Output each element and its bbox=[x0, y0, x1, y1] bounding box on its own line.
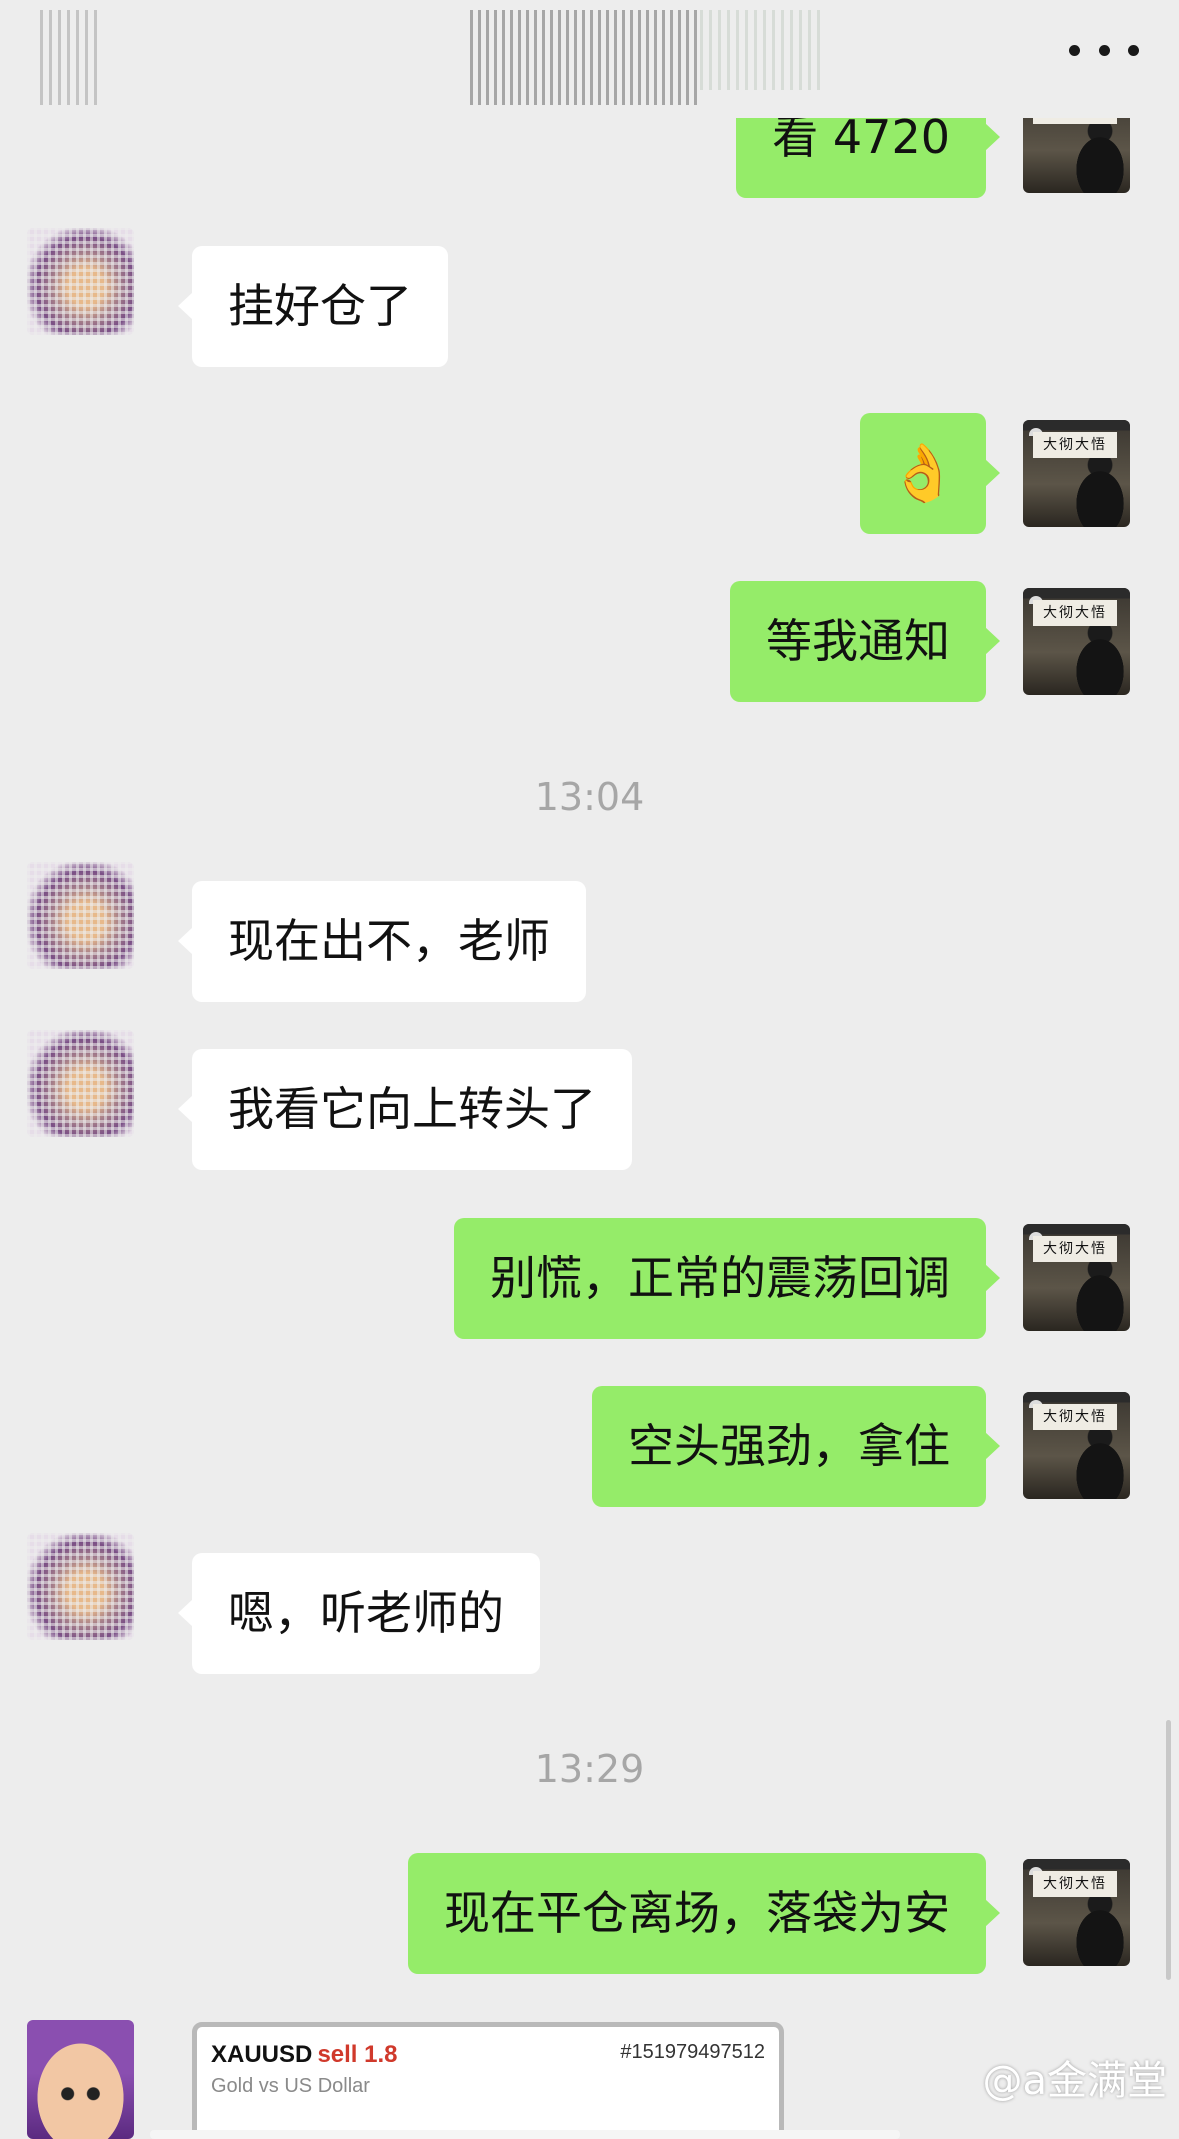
avatar-sign-text: 大彻大悟 bbox=[1033, 1404, 1117, 1430]
top-navigation-bar bbox=[0, 0, 1179, 118]
message-bubble-incoming[interactable]: 嗯，听老师的 bbox=[178, 1553, 540, 1674]
avatar-contact[interactable] bbox=[27, 1533, 134, 1640]
trade-description: Gold vs US Dollar bbox=[211, 2075, 370, 2097]
chat-title-blurred-extra bbox=[700, 10, 820, 90]
message-text: 现在出不，老师 bbox=[228, 914, 550, 968]
message-text: 空头强劲，拿住 bbox=[628, 1419, 950, 1473]
message-text: 挂好仓了 bbox=[228, 279, 412, 333]
message-text: 嗯，听老师的 bbox=[228, 1586, 504, 1640]
timestamp: 13:04 bbox=[534, 775, 645, 819]
avatar-sign-text: 大彻大悟 bbox=[1033, 1236, 1117, 1262]
message-bubble-outgoing[interactable]: 别慌，正常的震荡回调 bbox=[454, 1218, 1000, 1339]
trade-card-message[interactable]: XAUUSD sell 1.8 #151979497512 Gold vs US… bbox=[192, 2022, 784, 2139]
avatar-self[interactable]: 大彻大悟 bbox=[1023, 420, 1130, 527]
message-bubble-incoming[interactable]: 我看它向上转头了 bbox=[178, 1049, 632, 1170]
avatar-self[interactable]: 大彻大悟 bbox=[1023, 1859, 1130, 1966]
trade-order-id: #151979497512 bbox=[620, 2041, 765, 2063]
ok-hand-emoji: 👌 bbox=[888, 441, 958, 506]
trade-symbol: XAUUSD bbox=[211, 2041, 313, 2068]
input-bar-edge bbox=[150, 2130, 900, 2139]
avatar-contact[interactable] bbox=[27, 862, 134, 969]
message-text: 我看它向上转头了 bbox=[228, 1082, 596, 1136]
avatar-sign-text: 大彻大悟 bbox=[1033, 600, 1117, 626]
avatar-contact[interactable] bbox=[27, 2020, 134, 2139]
timestamp: 13:29 bbox=[534, 1747, 645, 1791]
message-bubble-outgoing[interactable]: 现在平仓离场，落袋为安 bbox=[408, 1853, 1000, 1974]
trade-side: sell 1.8 bbox=[317, 2041, 398, 2068]
avatar-contact[interactable] bbox=[27, 1030, 134, 1137]
message-bubble-outgoing[interactable]: 👌 bbox=[860, 413, 1000, 534]
message-bubble-outgoing[interactable]: 等我通知 bbox=[730, 581, 1000, 702]
message-bubble-incoming[interactable]: 挂好仓了 bbox=[178, 246, 448, 367]
more-dots-icon[interactable] bbox=[1069, 38, 1139, 62]
message-text: 看 4720 bbox=[772, 110, 950, 164]
watermark: @a金满堂 bbox=[982, 2058, 1167, 2104]
avatar-sign-text: 大彻大悟 bbox=[1033, 432, 1117, 458]
message-bubble-incoming[interactable]: 现在出不，老师 bbox=[178, 881, 586, 1002]
scrollbar[interactable] bbox=[1166, 1720, 1171, 1980]
back-icon[interactable] bbox=[40, 10, 100, 105]
message-bubble-outgoing[interactable]: 空头强劲，拿住 bbox=[592, 1386, 1000, 1507]
avatar-self[interactable]: 大彻大悟 bbox=[1023, 588, 1130, 695]
avatar-self[interactable]: 大彻大悟 bbox=[1023, 1224, 1130, 1331]
avatar-contact[interactable] bbox=[27, 228, 134, 335]
avatar-sign-text: 大彻大悟 bbox=[1033, 1871, 1117, 1897]
chat-title-blurred bbox=[470, 10, 700, 105]
message-text: 现在平仓离场，落袋为安 bbox=[444, 1886, 950, 1940]
avatar-self[interactable]: 大彻大悟 bbox=[1023, 1392, 1130, 1499]
message-text: 别慌，正常的震荡回调 bbox=[490, 1251, 950, 1305]
message-text: 等我通知 bbox=[766, 614, 950, 668]
